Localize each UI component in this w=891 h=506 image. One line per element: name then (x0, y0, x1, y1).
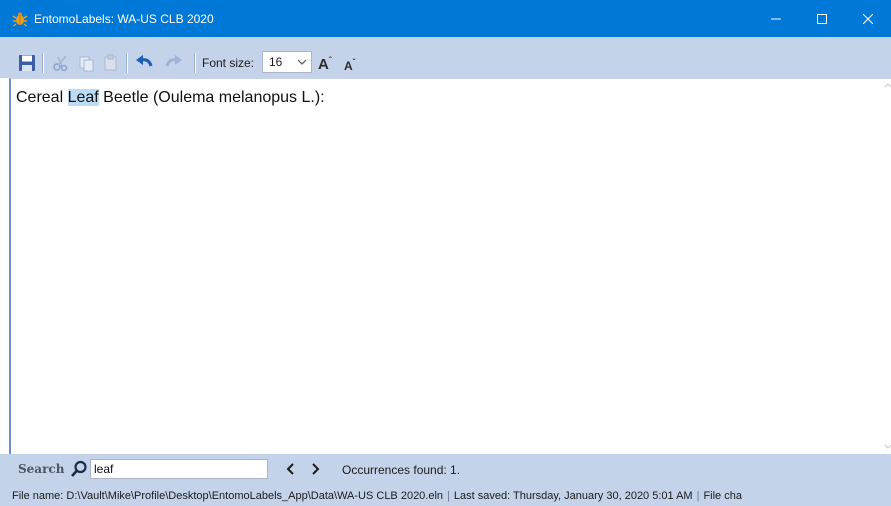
status-file-name: File name: D:\Vault\Mike\Profile\Desktop… (12, 490, 444, 502)
editor-text-after: Beetle (Oulema melanopus L.): (98, 89, 325, 106)
redo-icon (165, 55, 182, 67)
close-button[interactable] (845, 0, 891, 37)
toolbar-separator (126, 53, 128, 73)
grow-font-icon: A (318, 56, 329, 73)
chevron-left-icon (286, 463, 294, 475)
shrink-font-button[interactable]: Aˇ (344, 55, 366, 73)
occurrences-count: Occurrences found: 1. (342, 463, 461, 477)
toolbar-separator (42, 53, 44, 73)
close-icon (863, 13, 873, 24)
previous-occurrence-button[interactable] (284, 462, 298, 476)
cut-icon (53, 55, 68, 72)
redo-button[interactable] (162, 52, 184, 74)
editor-content[interactable]: Cereal Leaf Beetle (Oulema melanopus L.)… (16, 88, 325, 108)
text-editor[interactable]: Cereal Leaf Beetle (Oulema melanopus L.)… (9, 78, 891, 454)
copy-button[interactable] (76, 52, 98, 74)
save-icon (19, 55, 35, 71)
status-text: File name: D:\Vault\Mike\Profile\Desktop… (12, 490, 742, 503)
copy-icon (79, 56, 94, 72)
status-last-saved: Last saved: Thursday, January 30, 2020 5… (453, 490, 693, 502)
paste-icon (104, 54, 117, 71)
save-button[interactable] (16, 52, 38, 74)
shrink-font-icon: A (344, 59, 353, 73)
search-label: Search (18, 462, 65, 476)
undo-icon (136, 55, 153, 67)
next-occurrence-button[interactable] (308, 462, 322, 476)
minimize-button[interactable] (753, 0, 799, 37)
search-icon (70, 460, 88, 478)
search-bar: Search Occurrences found: 1. (0, 454, 891, 485)
maximize-icon (817, 13, 827, 24)
font-size-value: 16 (269, 55, 283, 69)
status-divider: | (696, 490, 700, 502)
vertical-scrollbar[interactable] (884, 79, 891, 454)
status-file-changed: File cha (703, 490, 742, 502)
window-title: EntomoLabels: WA-US CLB 2020 (34, 12, 214, 26)
chevron-down-icon (297, 59, 307, 65)
font-size-label: Font size: (202, 56, 255, 70)
toolbar-separator (194, 53, 196, 73)
minimize-icon (771, 18, 781, 19)
chevron-right-icon (312, 463, 320, 475)
paste-button[interactable] (100, 52, 122, 74)
title-bar: EntomoLabels: WA-US CLB 2020 (0, 0, 891, 37)
bug-icon (12, 11, 28, 27)
font-size-dropdown[interactable]: 16 (262, 51, 312, 73)
toolbar: Font size: 16 Aˆ Aˇ (0, 37, 891, 78)
search-input[interactable] (90, 459, 268, 479)
maximize-button[interactable] (799, 0, 845, 37)
undo-button[interactable] (134, 52, 156, 74)
editor-text-before: Cereal (16, 89, 68, 106)
grow-font-button[interactable]: Aˆ (318, 53, 342, 73)
cut-button[interactable] (50, 52, 72, 74)
search-highlight: Leaf (67, 89, 99, 106)
status-divider: | (447, 490, 450, 502)
status-bar: File name: D:\Vault\Mike\Profile\Desktop… (0, 485, 891, 506)
